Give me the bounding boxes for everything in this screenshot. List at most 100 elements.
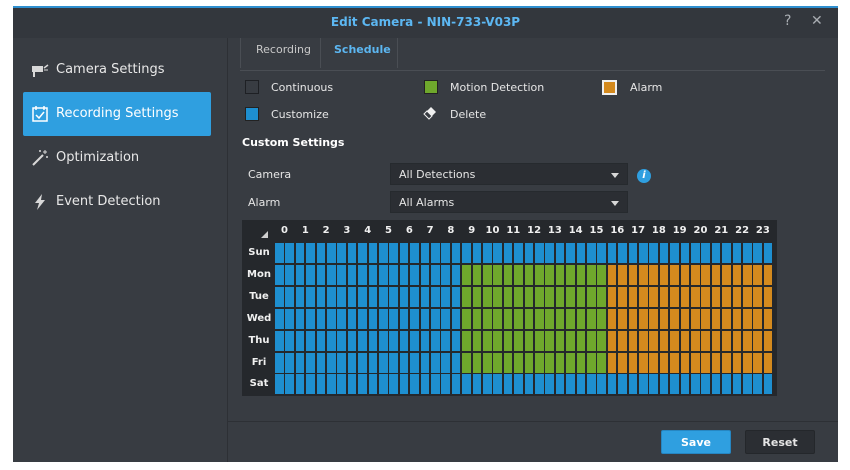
info-icon[interactable]: i [637,169,651,183]
sidebar-item-recording-settings[interactable]: Recording Settings [23,92,211,136]
schedule-slot[interactable] [327,264,336,285]
schedule-slot[interactable] [597,264,606,285]
schedule-slot[interactable] [566,264,575,285]
schedule-slot[interactable] [722,352,731,373]
schedule-slot[interactable] [493,286,502,307]
schedule-slot[interactable] [420,374,430,395]
schedule-slot[interactable] [607,286,617,307]
schedule-slot[interactable] [722,243,731,263]
schedule-slot[interactable] [576,330,586,351]
schedule-slot[interactable] [743,286,752,307]
schedule-slot[interactable] [295,264,305,285]
schedule-slot[interactable] [472,243,482,263]
schedule-slot[interactable] [295,330,305,351]
hour-header-22[interactable]: 22 [733,225,752,236]
schedule-slot[interactable] [368,264,378,285]
schedule-slot[interactable] [670,374,679,395]
schedule-slot[interactable] [628,352,638,373]
schedule-slot[interactable] [576,308,586,329]
schedule-slot[interactable] [306,374,315,395]
schedule-slot[interactable] [275,330,284,351]
schedule-slot[interactable] [639,352,648,373]
schedule-slot[interactable] [306,330,315,351]
schedule-slot[interactable] [327,286,336,307]
schedule-slot[interactable] [555,286,565,307]
schedule-slot[interactable] [306,264,315,285]
schedule-slot[interactable] [472,374,482,395]
schedule-slot[interactable] [701,286,710,307]
schedule-slot[interactable] [753,264,762,285]
schedule-slot[interactable] [587,264,596,285]
schedule-slot[interactable] [691,243,700,263]
schedule-slot[interactable] [420,330,430,351]
schedule-slot[interactable] [628,243,638,263]
schedule-slot[interactable] [659,352,669,373]
schedule-slot[interactable] [659,264,669,285]
schedule-slot[interactable] [503,352,513,373]
reset-button[interactable]: Reset [745,430,815,454]
schedule-slot[interactable] [337,243,346,263]
schedule-slot[interactable] [639,264,648,285]
schedule-slot[interactable] [597,308,606,329]
schedule-slot[interactable] [711,352,721,373]
hour-header-7[interactable]: 7 [421,225,440,236]
day-header-wed[interactable]: Wed [246,313,272,324]
hour-header-0[interactable]: 0 [275,225,294,236]
schedule-slot[interactable] [639,243,648,263]
schedule-slot[interactable] [431,330,440,351]
schedule-slot[interactable] [587,243,596,263]
schedule-slot[interactable] [379,243,388,263]
schedule-slot[interactable] [462,243,471,263]
schedule-slot[interactable] [483,330,492,351]
schedule-slot[interactable] [587,374,596,395]
schedule-slot[interactable] [399,374,409,395]
day-header-sat[interactable]: Sat [246,378,272,389]
schedule-slot[interactable] [587,308,596,329]
schedule-slot[interactable] [410,374,419,395]
schedule-slot[interactable] [732,264,742,285]
schedule-slot[interactable] [732,286,742,307]
schedule-slot[interactable] [524,308,534,329]
schedule-slot[interactable] [410,286,419,307]
schedule-slot[interactable] [545,330,554,351]
schedule-slot[interactable] [670,308,679,329]
schedule-slot[interactable] [514,352,523,373]
schedule-slot[interactable] [649,330,658,351]
schedule-slot[interactable] [337,374,346,395]
schedule-slot[interactable] [639,286,648,307]
schedule-slot[interactable] [327,243,336,263]
schedule-slot[interactable] [514,286,523,307]
schedule-slot[interactable] [607,243,617,263]
schedule-slot[interactable] [285,330,294,351]
schedule-slot[interactable] [337,286,346,307]
schedule-slot[interactable] [327,374,336,395]
schedule-slot[interactable] [649,264,658,285]
schedule-slot[interactable] [576,264,586,285]
schedule-slot[interactable] [576,243,586,263]
schedule-slot[interactable] [711,374,721,395]
schedule-slot[interactable] [680,352,690,373]
tab-recording[interactable]: Recording [256,43,311,67]
schedule-slot[interactable] [566,243,575,263]
schedule-slot[interactable] [431,286,440,307]
schedule-slot[interactable] [555,374,565,395]
schedule-slot[interactable] [545,374,554,395]
eraser-icon[interactable] [423,106,437,120]
schedule-slot[interactable] [399,352,409,373]
schedule-slot[interactable] [285,308,294,329]
hour-header-23[interactable]: 23 [753,225,772,236]
schedule-slot[interactable] [358,308,367,329]
schedule-slot[interactable] [379,330,388,351]
day-header-thu[interactable]: Thu [246,335,272,346]
schedule-slot[interactable] [711,243,721,263]
schedule-slot[interactable] [722,374,731,395]
schedule-slot[interactable] [316,264,326,285]
schedule-slot[interactable] [722,308,731,329]
schedule-slot[interactable] [451,352,461,373]
schedule-grid[interactable]: 0 1 2 3 4 5 6 7 8 9 10 11 12 13 14 15 16 17 18 19 20 21 22 23 Su… [242,220,777,396]
schedule-slot[interactable] [691,286,700,307]
schedule-slot[interactable] [732,243,742,263]
schedule-slot[interactable] [618,264,627,285]
select-all-corner[interactable] [261,231,268,238]
schedule-slot[interactable] [743,264,752,285]
